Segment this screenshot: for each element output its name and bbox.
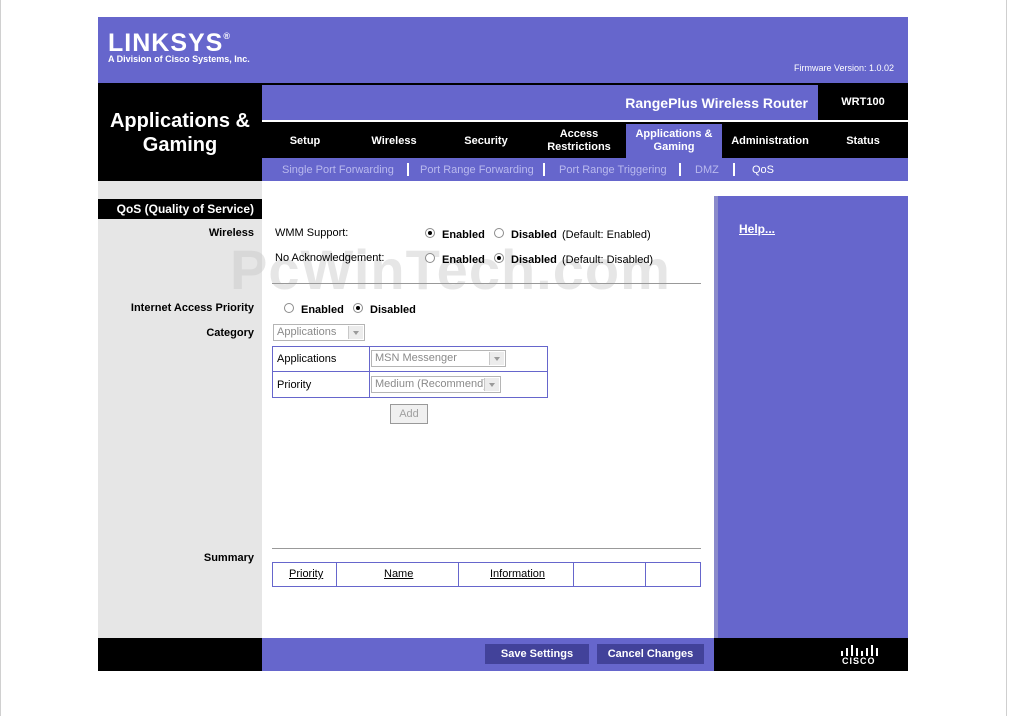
table-divider bbox=[336, 562, 337, 587]
subtab-dmz[interactable]: DMZ bbox=[695, 164, 719, 176]
priority-label: Priority bbox=[277, 379, 312, 391]
no-ack-enabled-radio[interactable] bbox=[425, 253, 435, 263]
applications-label: Applications bbox=[277, 353, 337, 365]
window-scrollbar[interactable] bbox=[1006, 0, 1022, 716]
left-column-top bbox=[98, 181, 262, 196]
tab-wireless[interactable]: Wireless bbox=[348, 124, 440, 158]
wmm-enabled-radio[interactable] bbox=[425, 228, 435, 238]
section-divider bbox=[272, 283, 701, 284]
watermark: PcWinTech.com bbox=[230, 238, 671, 301]
tab-administration[interactable]: Administration bbox=[722, 124, 818, 158]
summary-col-information[interactable]: Information bbox=[490, 568, 545, 580]
subtab-separator bbox=[543, 163, 545, 176]
priority-select-value: Medium (Recommend) bbox=[375, 378, 487, 390]
priority-disabled-label: Disabled bbox=[370, 304, 416, 316]
no-ack-enabled-label: Enabled bbox=[442, 254, 485, 266]
save-settings-button[interactable]: Save Settings bbox=[485, 644, 589, 664]
logo-tagline: A Division of Cisco Systems, Inc. bbox=[108, 54, 250, 64]
priority-select[interactable]: Medium (Recommend) bbox=[371, 376, 501, 393]
no-ack-disabled-label: Disabled bbox=[511, 254, 557, 266]
chevron-down-icon bbox=[348, 326, 363, 339]
table-divider bbox=[573, 562, 574, 587]
category-select-value: Applications bbox=[277, 326, 337, 338]
applications-select-value: MSN Messenger bbox=[375, 352, 457, 364]
tab-security[interactable]: Security bbox=[440, 124, 532, 158]
chevron-down-icon bbox=[489, 352, 504, 365]
footer-left bbox=[98, 638, 262, 671]
subtab-single-port-forwarding[interactable]: Single Port Forwarding bbox=[282, 164, 394, 176]
wmm-disabled-label: Disabled bbox=[511, 229, 557, 241]
add-button[interactable]: Add bbox=[390, 404, 428, 424]
section-title: Applications & Gaming bbox=[109, 110, 250, 156]
priority-enabled-label: Enabled bbox=[301, 304, 344, 316]
firmware-version: Firmware Version: 1.0.02 bbox=[794, 63, 895, 73]
summary-divider bbox=[272, 548, 701, 549]
help-column bbox=[718, 196, 908, 638]
model-number: WRT100 bbox=[841, 96, 885, 108]
summary-col-name[interactable]: Name bbox=[384, 568, 413, 580]
table-divider bbox=[458, 562, 459, 587]
subtab-separator bbox=[407, 163, 409, 176]
cancel-changes-button[interactable]: Cancel Changes bbox=[597, 644, 704, 664]
applications-select[interactable]: MSN Messenger bbox=[371, 350, 506, 367]
tab-status[interactable]: Status bbox=[818, 124, 908, 158]
help-link[interactable]: Help... bbox=[739, 222, 775, 236]
priority-disabled-radio[interactable] bbox=[353, 303, 363, 313]
wmm-support-label: WMM Support: bbox=[275, 227, 349, 239]
label-category: Category bbox=[206, 327, 254, 339]
no-ack-disabled-radio[interactable] bbox=[494, 253, 504, 263]
subtab-qos[interactable]: QoS bbox=[752, 164, 774, 176]
tab-applications-gaming[interactable]: Applications & Gaming bbox=[626, 124, 722, 158]
product-name: RangePlus Wireless Router bbox=[625, 95, 808, 111]
cisco-wordmark: CISCO bbox=[842, 656, 876, 666]
label-summary: Summary bbox=[203, 552, 254, 564]
subtab-port-range-forwarding[interactable]: Port Range Forwarding bbox=[420, 164, 534, 176]
subtab-port-range-triggering[interactable]: Port Range Triggering bbox=[559, 164, 667, 176]
wmm-enabled-label: Enabled bbox=[442, 229, 485, 241]
subtab-separator bbox=[679, 163, 681, 176]
qos-section-heading: QoS (Quality of Service) bbox=[98, 199, 262, 219]
window-left-edge bbox=[0, 0, 1, 716]
chevron-down-icon bbox=[484, 378, 499, 391]
tab-access-restrictions[interactable]: Access Restrictions bbox=[534, 124, 624, 158]
wmm-disabled-radio[interactable] bbox=[494, 228, 504, 238]
table-divider bbox=[369, 346, 370, 398]
summary-col-priority[interactable]: Priority bbox=[289, 568, 323, 580]
label-internet-access-priority: Internet Access Priority bbox=[130, 302, 254, 314]
no-ack-label: No Acknowledgement: bbox=[275, 252, 385, 264]
table-divider bbox=[272, 371, 548, 372]
tab-setup[interactable]: Setup bbox=[262, 124, 348, 158]
subtab-separator bbox=[733, 163, 735, 176]
category-select[interactable]: Applications bbox=[273, 324, 365, 341]
wmm-default-note: (Default: Enabled) bbox=[562, 229, 651, 241]
no-ack-default-note: (Default: Disabled) bbox=[562, 254, 654, 266]
priority-enabled-radio[interactable] bbox=[284, 303, 294, 313]
table-divider bbox=[645, 562, 646, 587]
